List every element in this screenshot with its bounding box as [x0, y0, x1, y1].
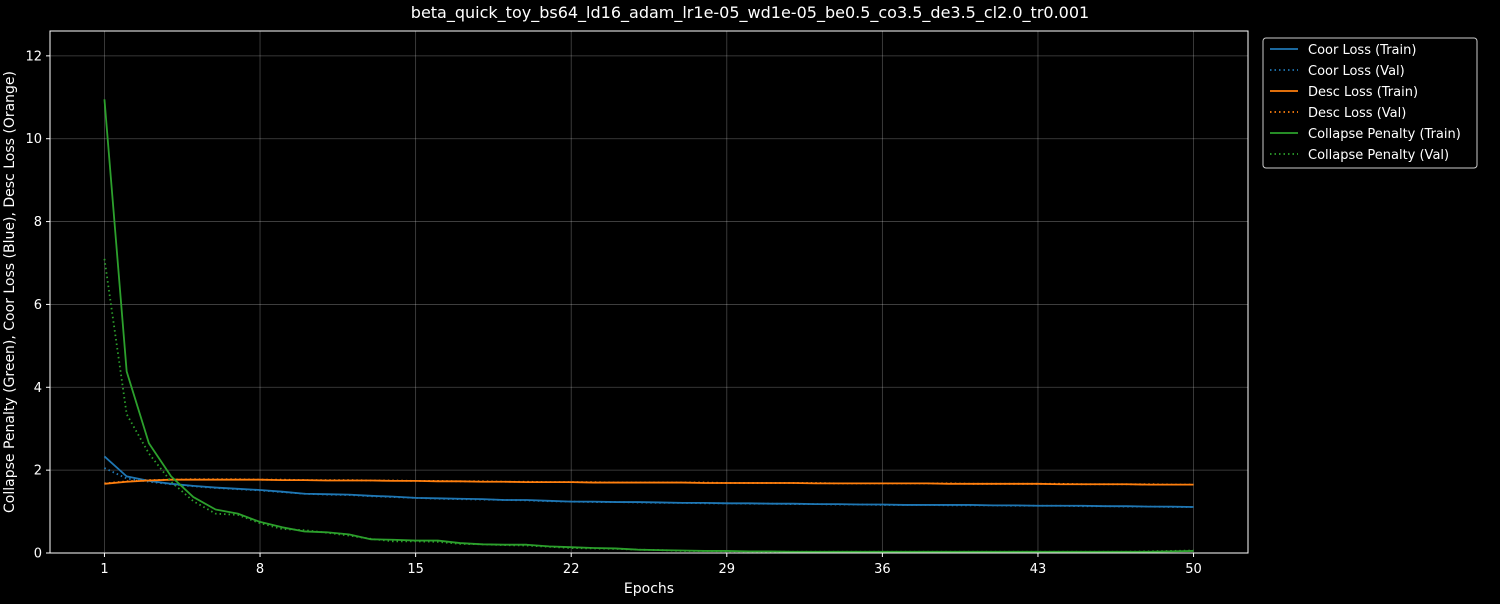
y-axis-label: Collapse Penalty (Green), Coor Loss (Blu… — [2, 71, 18, 513]
x-axis: 1 8 15 22 29 36 43 50 — [100, 553, 1202, 577]
line-chart: beta_quick_toy_bs64_ld16_adam_lr1e-05_wd… — [2, 3, 1478, 597]
y-axis: 0 2 4 6 8 10 12 — [25, 49, 50, 562]
x-tick-label-4: 29 — [719, 562, 736, 577]
y-tick-label-1: 2 — [34, 464, 42, 479]
y-tick-label-6: 12 — [25, 49, 42, 64]
y-tick-label-5: 10 — [25, 132, 42, 147]
x-tick-label-7: 50 — [1185, 562, 1202, 577]
x-tick-label-5: 36 — [874, 562, 891, 577]
x-tick-label-1: 8 — [256, 562, 264, 577]
y-tick-label-2: 4 — [34, 381, 42, 396]
chart-figure: beta_quick_toy_bs64_ld16_adam_lr1e-05_wd… — [0, 0, 1500, 600]
series-lines — [103, 99, 1194, 553]
series-line-1 — [104, 467, 1194, 508]
plot-frame — [49, 30, 1249, 554]
x-tick-label-0: 1 — [100, 562, 108, 577]
y-tick-label-0: 0 — [34, 547, 42, 562]
legend-label-2: Desc Loss (Train) — [1308, 85, 1418, 100]
legend-label-1: Coor Loss (Val) — [1308, 64, 1405, 79]
x-tick-label-6: 43 — [1030, 562, 1047, 577]
legend-label-4: Collapse Penalty (Train) — [1308, 127, 1461, 142]
legend-label-3: Desc Loss (Val) — [1308, 106, 1406, 121]
series-line-5 — [103, 258, 1194, 553]
chart-legend: Coor Loss (Train) Coor Loss (Val) Desc Los… — [1262, 37, 1478, 169]
x-axis-label: Epochs — [624, 581, 674, 597]
x-tick-label-3: 22 — [563, 562, 580, 577]
x-tick-label-2: 15 — [407, 562, 424, 577]
grid-lines — [50, 31, 1248, 554]
legend-label-0: Coor Loss (Train) — [1308, 43, 1416, 58]
y-tick-label-4: 8 — [34, 215, 42, 230]
legend-label-5: Collapse Penalty (Val) — [1308, 148, 1449, 163]
chart-title: beta_quick_toy_bs64_ld16_adam_lr1e-05_wd… — [411, 3, 1089, 23]
y-tick-label-3: 6 — [34, 298, 42, 313]
